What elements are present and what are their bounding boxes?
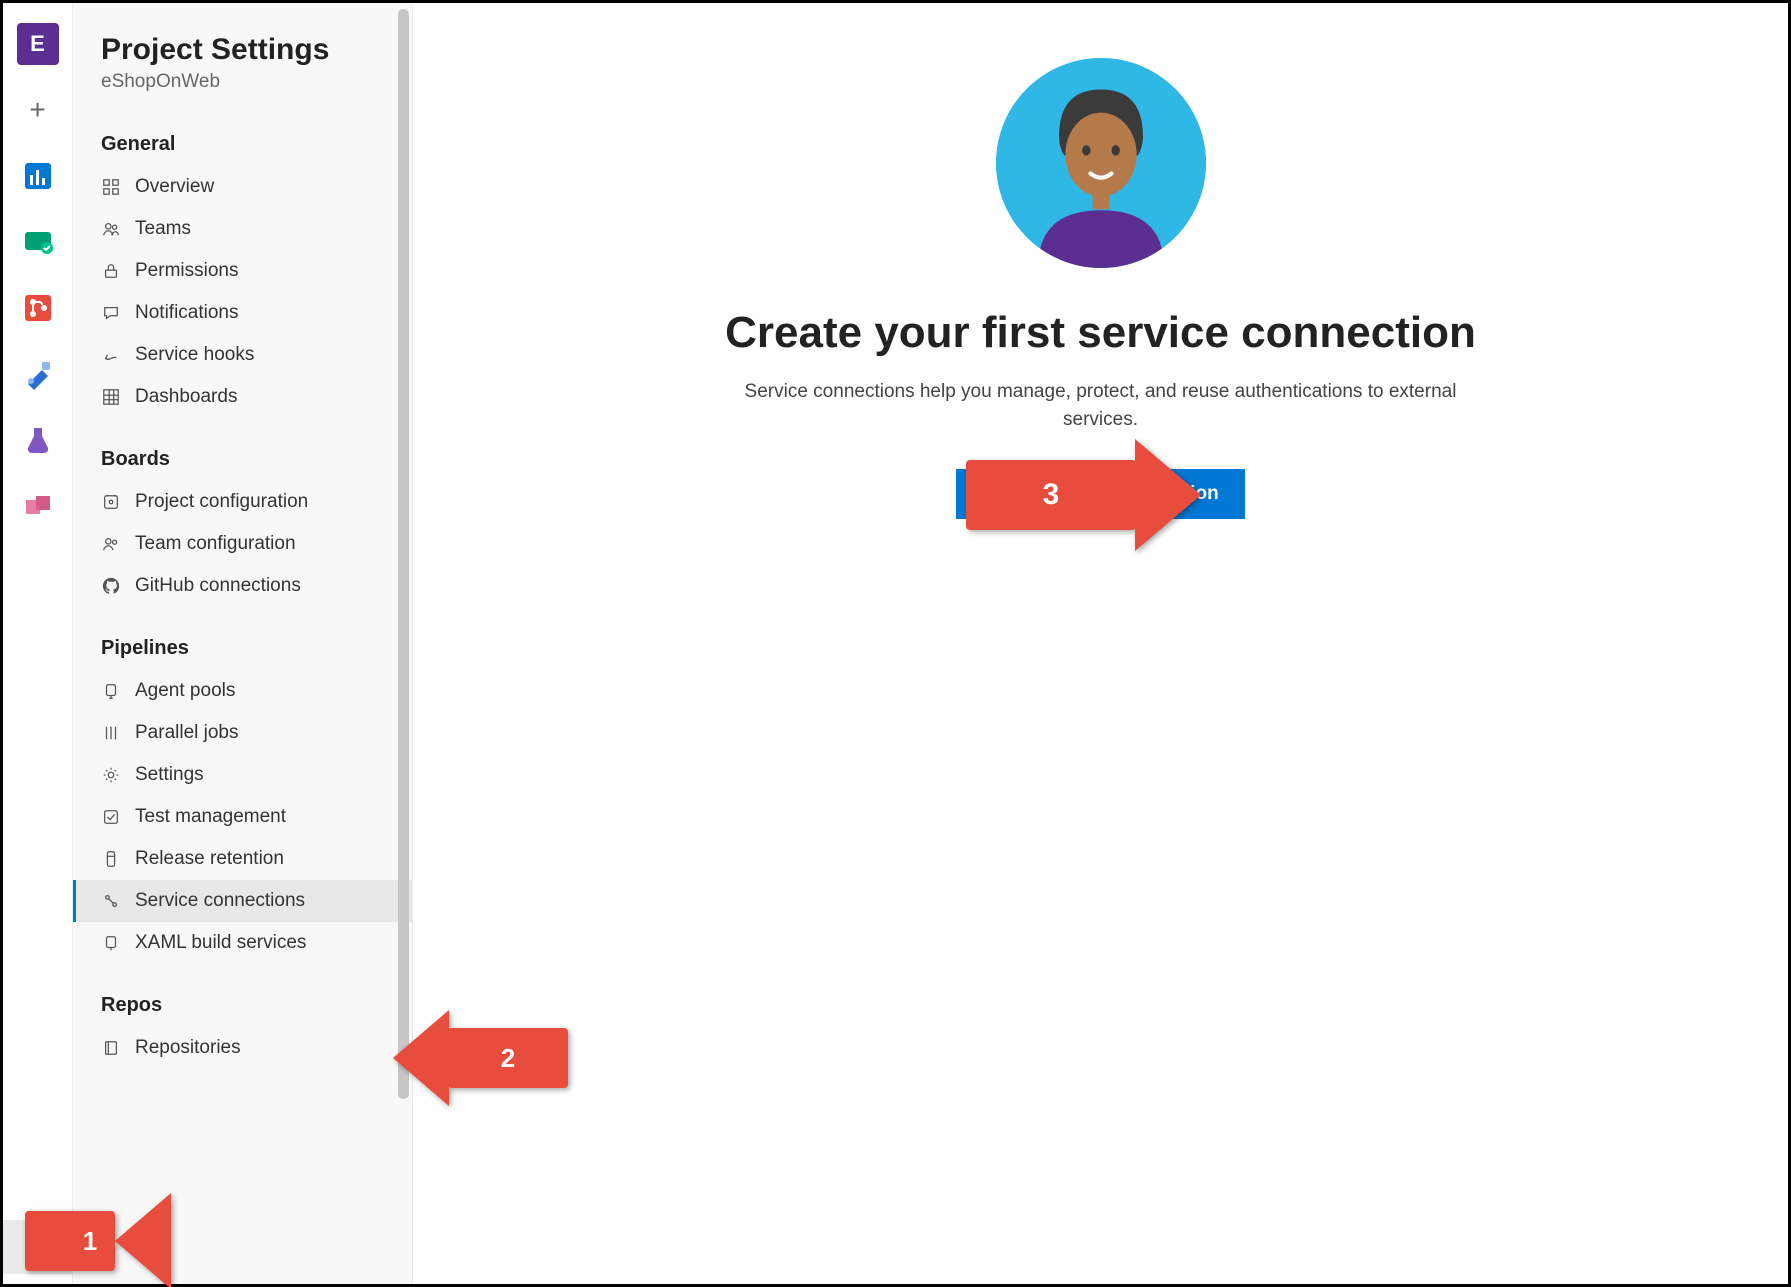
nav-label: Permissions (135, 260, 238, 282)
github-icon (101, 576, 121, 596)
nav-label: Parallel jobs (135, 722, 239, 744)
nav-label: Test management (135, 806, 286, 828)
section-heading-boards: Boards (73, 418, 412, 481)
callout-2: 2 (393, 1010, 568, 1106)
nav-overview[interactable]: Overview (73, 166, 412, 208)
nav-label: Repositories (135, 1037, 241, 1059)
callout-2-label: 2 (448, 1028, 568, 1088)
grid-icon (101, 387, 121, 407)
nav-label: Settings (135, 764, 204, 786)
nav-label: Project configuration (135, 491, 308, 513)
repo-icon (101, 1038, 121, 1058)
nav-release-retention[interactable]: Release retention (73, 838, 412, 880)
sidebar-scroll[interactable]: Project Settings eShopOnWeb General Over… (73, 3, 412, 1284)
nav-team-config[interactable]: Team configuration (73, 523, 412, 565)
person-illustration-icon (996, 58, 1206, 268)
nav-label: Service connections (135, 890, 305, 912)
section-heading-general: General (73, 103, 412, 166)
nav-xaml-build[interactable]: XAML build services (73, 922, 412, 964)
test-icon (101, 807, 121, 827)
empty-state-heading: Create your first service connection (725, 308, 1476, 358)
team-config-icon (101, 534, 121, 554)
nav-label: Dashboards (135, 386, 237, 408)
app-frame: E + Project Settings eShopOnWeb (0, 0, 1791, 1287)
nav-repositories[interactable]: Repositories (73, 1027, 412, 1069)
nav-project-config[interactable]: Project configuration (73, 481, 412, 523)
nav-permissions[interactable]: Permissions (73, 250, 412, 292)
testplans-rail-icon[interactable] (17, 419, 59, 461)
nav-label: XAML build services (135, 932, 306, 954)
add-project-button[interactable]: + (17, 89, 59, 131)
callout-1: 1 (81, 1193, 170, 1287)
main-content: Create your first service connection Ser… (413, 3, 1788, 1284)
nav-service-connections[interactable]: Service connections (73, 880, 412, 922)
artifacts-rail-icon[interactable] (17, 485, 59, 527)
retention-icon (101, 849, 121, 869)
nav-test-management[interactable]: Test management (73, 796, 412, 838)
callout-1-label: 1 (25, 1211, 115, 1271)
nav-agent-pools[interactable]: Agent pools (73, 670, 412, 712)
xaml-icon (101, 933, 121, 953)
empty-state-illustration (996, 58, 1206, 268)
project-config-icon (101, 492, 121, 512)
pipelines-rail-icon[interactable] (17, 353, 59, 395)
overview-rail-icon[interactable] (17, 155, 59, 197)
settings-sidebar: Project Settings eShopOnWeb General Over… (73, 3, 413, 1284)
nav-label: Release retention (135, 848, 284, 870)
nav-label: Service hooks (135, 344, 254, 366)
chat-icon (101, 303, 121, 323)
project-avatar[interactable]: E (17, 23, 59, 65)
nav-label: GitHub connections (135, 575, 301, 597)
project-name: eShopOnWeb (101, 71, 384, 93)
page-title: Project Settings (101, 33, 384, 67)
sidebar-scrollbar[interactable] (398, 9, 409, 1109)
nav-parallel-jobs[interactable]: Parallel jobs (73, 712, 412, 754)
lock-icon (101, 261, 121, 281)
nav-label: Notifications (135, 302, 239, 324)
repos-rail-icon[interactable] (17, 287, 59, 329)
gear-small-icon (101, 765, 121, 785)
nav-pipeline-settings[interactable]: Settings (73, 754, 412, 796)
nav-service-hooks[interactable]: Service hooks (73, 334, 412, 376)
nav-notifications[interactable]: Notifications (73, 292, 412, 334)
nav-dashboards[interactable]: Dashboards (73, 376, 412, 418)
hook-icon (101, 345, 121, 365)
nav-label: Team configuration (135, 533, 296, 555)
empty-state-subtext: Service connections help you manage, pro… (741, 378, 1461, 433)
sidebar-header: Project Settings eShopOnWeb (73, 3, 412, 103)
nav-label: Agent pools (135, 680, 235, 702)
nav-label: Overview (135, 176, 214, 198)
overview-icon (101, 177, 121, 197)
section-heading-repos: Repos (73, 964, 412, 1027)
callout-3-label: 3 (966, 460, 1136, 530)
teams-icon (101, 219, 121, 239)
section-heading-pipelines: Pipelines (73, 607, 412, 670)
parallel-icon (101, 723, 121, 743)
connection-icon (101, 891, 121, 911)
left-rail: E + (3, 3, 73, 1284)
nav-teams[interactable]: Teams (73, 208, 412, 250)
boards-rail-icon[interactable] (17, 221, 59, 263)
nav-label: Teams (135, 218, 191, 240)
callout-3: 3 (966, 439, 1201, 551)
agent-icon (101, 681, 121, 701)
nav-github-connections[interactable]: GitHub connections (73, 565, 412, 607)
scrollbar-thumb[interactable] (398, 9, 409, 1099)
